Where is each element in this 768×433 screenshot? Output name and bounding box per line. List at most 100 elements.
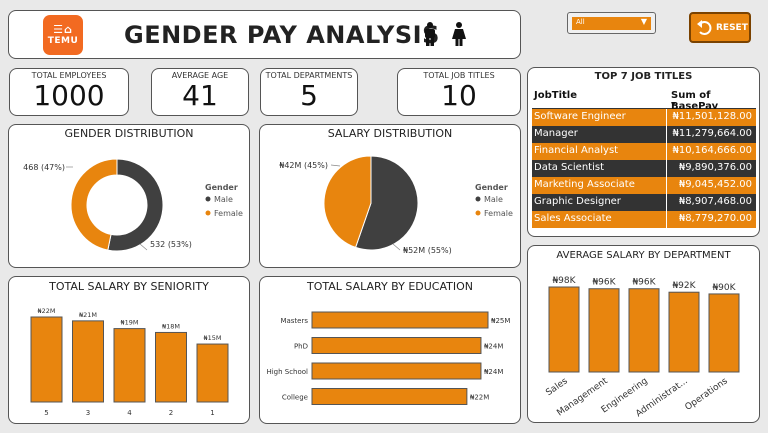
job-title-cell: Data Scientist xyxy=(534,162,604,173)
female-icon xyxy=(452,22,466,46)
data-label: ₦42M (45%) xyxy=(279,161,328,170)
male-icon xyxy=(425,22,435,46)
bar-data-label: ₦25M xyxy=(491,317,510,325)
table-row[interactable]: Marketing Associate ₦9,045,452.00 xyxy=(532,177,756,194)
kpi-total-employees: TOTAL EMPLOYEES 1000 xyxy=(9,68,129,116)
logo-glyphs: ☰⌂ xyxy=(53,23,73,36)
column-header-jobtitle[interactable]: JobTitle xyxy=(534,90,577,101)
table-row[interactable]: Software Engineer ₦11,501,128.00 xyxy=(532,109,756,126)
bar-data-label: ₦22M xyxy=(37,307,55,315)
bar-data-label: ₦22M xyxy=(470,394,489,402)
x-tick-label: Operations xyxy=(683,376,730,413)
legend-marker xyxy=(475,196,481,202)
y-tick-label: Masters xyxy=(280,317,308,325)
title-card: ☰⌂ TEMU GENDER PAY ANALYSIS xyxy=(8,10,521,59)
chart-title: SALARY DISTRIBUTION xyxy=(327,127,453,140)
y-tick-label: High School xyxy=(266,368,308,376)
job-title-cell: Marketing Associate xyxy=(534,179,635,190)
basepay-cell: ₦8,907,468.00 xyxy=(678,196,752,207)
reset-label: RESET xyxy=(716,23,748,33)
kpi-total-job-titles: TOTAL JOB TITLES 10 xyxy=(397,68,521,116)
job-title-cell: Software Engineer xyxy=(534,111,626,122)
bar-management xyxy=(588,288,620,373)
reset-button[interactable]: RESET xyxy=(689,12,751,43)
bar-administrat- xyxy=(668,291,700,373)
basepay-cell: ₦9,890,376.00 xyxy=(678,162,752,173)
y-tick-label: PhD xyxy=(294,343,308,351)
logo-text: TEMU xyxy=(47,36,79,46)
bar-data-label: ₦96K xyxy=(592,278,616,288)
basepay-cell: ₦10,164,666.00 xyxy=(672,145,752,156)
bar-5 xyxy=(30,316,63,403)
chevron-down-icon: ▼ xyxy=(640,17,647,26)
bar-data-label: ₦19M xyxy=(120,319,138,327)
legend-label: Female xyxy=(214,209,243,218)
top-job-titles-card: TOP 7 JOB TITLES JobTitle Sum of BasePay… xyxy=(527,67,760,237)
salary-distribution-card: SALARY DISTRIBUTION ₦52M (55%) ₦42M (45%)… xyxy=(259,124,521,268)
table-row[interactable]: Graphic Designer ₦8,907,468.00 xyxy=(532,194,756,211)
kpi-value: 41 xyxy=(182,79,218,112)
leader-line xyxy=(330,164,341,167)
data-label: 468 (47%) xyxy=(23,163,65,172)
legend-title: Gender xyxy=(205,183,238,192)
legend-label: Female xyxy=(484,209,513,218)
table-row[interactable]: Manager ₦11,279,664.00 xyxy=(532,126,756,143)
kpi-value: 10 xyxy=(441,79,477,112)
basepay-cell: ₦11,279,664.00 xyxy=(672,128,752,139)
x-tick-label: 2 xyxy=(169,409,173,417)
seniority-bar-chart: ₦22M 5 ₦21M 3 ₦19M 4 ₦18M 2 ₦15M 1 xyxy=(30,307,229,417)
job-title-cell: Graphic Designer xyxy=(534,196,621,207)
table-row[interactable]: Data Scientist ₦9,890,376.00 xyxy=(532,160,756,177)
department-bar-chart: ₦98KSales₦96KManagement₦96KEngineering₦9… xyxy=(544,276,740,419)
education-bar-chart: Masters ₦25M PhD ₦24M High School ₦24M College… xyxy=(266,311,510,405)
bar-data-label: ₦15M xyxy=(203,334,221,342)
y-tick-label: College xyxy=(282,394,308,402)
bar-data-label: ₦18M xyxy=(162,322,180,330)
bar-data-label: ₦24M xyxy=(484,368,503,376)
bar-high-school xyxy=(311,362,482,380)
table-row[interactable]: Financial Analyst ₦10,164,666.00 xyxy=(532,143,756,160)
bar-phd xyxy=(311,337,482,354)
data-label: 532 (53%) xyxy=(150,240,192,249)
chart-title: TOTAL SALARY BY EDUCATION xyxy=(307,280,473,293)
legend-label: Male xyxy=(484,195,503,204)
x-tick-label: 5 xyxy=(44,409,48,417)
gender-distribution-card: GENDER DISTRIBUTION 532 (53%) 468 (47%) Ge… xyxy=(8,124,250,268)
education-salary-card: TOTAL SALARY BY EDUCATION Masters ₦25M PhD… xyxy=(259,276,521,424)
x-tick-label: Sales xyxy=(544,376,570,398)
bar-data-label: ₦92K xyxy=(672,281,696,291)
table-header: JobTitle Sum of BasePay ▼ xyxy=(532,85,756,112)
basepay-cell: ₦11,501,128.00 xyxy=(672,111,752,122)
bar-sales xyxy=(548,286,580,373)
bar-masters xyxy=(311,311,489,329)
bar-operations xyxy=(708,293,740,373)
kpi-total-departments: TOTAL DEPARTMENTS 5 xyxy=(260,68,358,116)
bar-data-label: ₦96K xyxy=(632,278,656,288)
page-title: GENDER PAY ANALYSIS xyxy=(124,21,440,49)
kpi-value: 5 xyxy=(300,79,318,112)
job-title-cell: Sales Associate xyxy=(534,213,612,224)
filter-dropdown[interactable]: All ▼ xyxy=(567,12,656,34)
gender-donut-chart: 532 (53%) 468 (47%) Gender Male Female xyxy=(23,158,243,252)
legend-marker xyxy=(205,196,211,202)
kpi-average-age: AVERAGE AGE 41 xyxy=(151,68,249,116)
leader-line xyxy=(392,243,401,251)
bar-data-label: ₦98K xyxy=(552,276,576,286)
temu-logo: ☰⌂ TEMU xyxy=(43,15,83,55)
bar-data-label: ₦21M xyxy=(79,311,97,319)
bar-college xyxy=(311,388,468,405)
bar-4 xyxy=(113,328,146,403)
seniority-salary-card: TOTAL SALARY BY SENIORITY ₦22M 5 ₦21M 3 ₦19M… xyxy=(8,276,250,424)
job-title-cell: Manager xyxy=(534,128,578,139)
table-row[interactable]: Sales Associate ₦8,779,270.00 xyxy=(532,211,756,228)
sort-desc-icon: ▼ xyxy=(671,101,676,108)
job-title-cell: Financial Analyst xyxy=(534,145,619,156)
leader-line xyxy=(139,243,148,251)
legend-label: Male xyxy=(214,195,233,204)
bar-data-label: ₦90K xyxy=(712,283,736,293)
department-salary-card: AVERAGE SALARY BY DEPARTMENT ₦98K Sales ₦9… xyxy=(527,245,760,423)
legend-marker xyxy=(475,210,481,216)
salary-pie-chart: ₦52M (55%) ₦42M (45%) Gender Male Female xyxy=(279,155,513,255)
undo-icon xyxy=(697,20,712,35)
bar-3 xyxy=(72,320,104,403)
